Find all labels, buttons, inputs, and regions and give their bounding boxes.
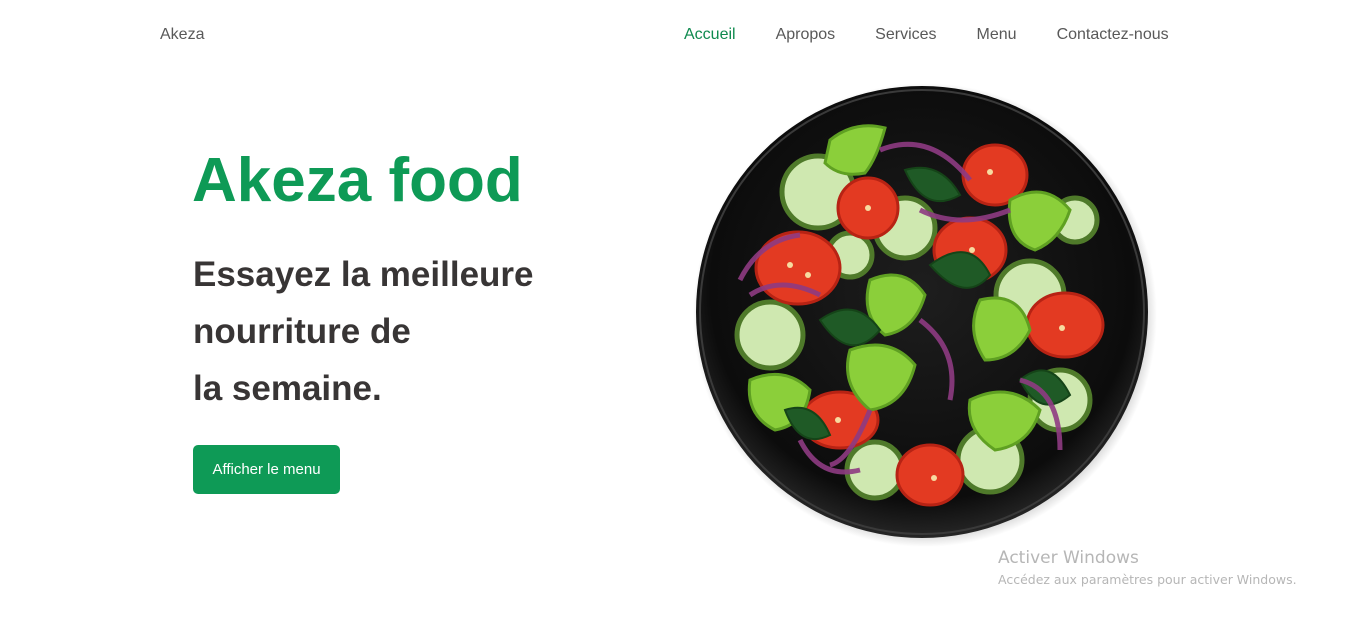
nav-link-menu[interactable]: Menu bbox=[977, 26, 1017, 44]
show-menu-button[interactable]: Afficher le menu bbox=[193, 445, 340, 494]
nav-link-services[interactable]: Services bbox=[875, 26, 936, 44]
nav-links: Accueil Apropos Services Menu Contactez-… bbox=[684, 26, 1209, 44]
brand-logo-link[interactable]: Akeza bbox=[160, 26, 204, 44]
hero-subtitle: Essayez la meilleure nourriture de la se… bbox=[193, 246, 613, 417]
hero-subtitle-line-3: la semaine. bbox=[193, 369, 382, 408]
top-navbar: Akeza Accueil Apropos Services Menu Cont… bbox=[0, 0, 1346, 70]
nav-link-contact[interactable]: Contactez-nous bbox=[1057, 26, 1169, 44]
hero-subtitle-line-1: Essayez la meilleure bbox=[193, 255, 534, 294]
nav-link-apropos[interactable]: Apropos bbox=[776, 26, 836, 44]
salad-bowl-image bbox=[690, 80, 1160, 550]
watermark-title: Activer Windows bbox=[998, 548, 1139, 568]
watermark-subtitle: Accédez aux paramètres pour activer Wind… bbox=[998, 572, 1297, 587]
hero-title: Akeza food bbox=[192, 146, 523, 215]
hero-subtitle-line-2: nourriture de bbox=[193, 312, 411, 351]
nav-link-accueil[interactable]: Accueil bbox=[684, 26, 736, 44]
windows-activation-watermark: Activer Windows Accédez aux paramètres p… bbox=[998, 548, 1297, 587]
